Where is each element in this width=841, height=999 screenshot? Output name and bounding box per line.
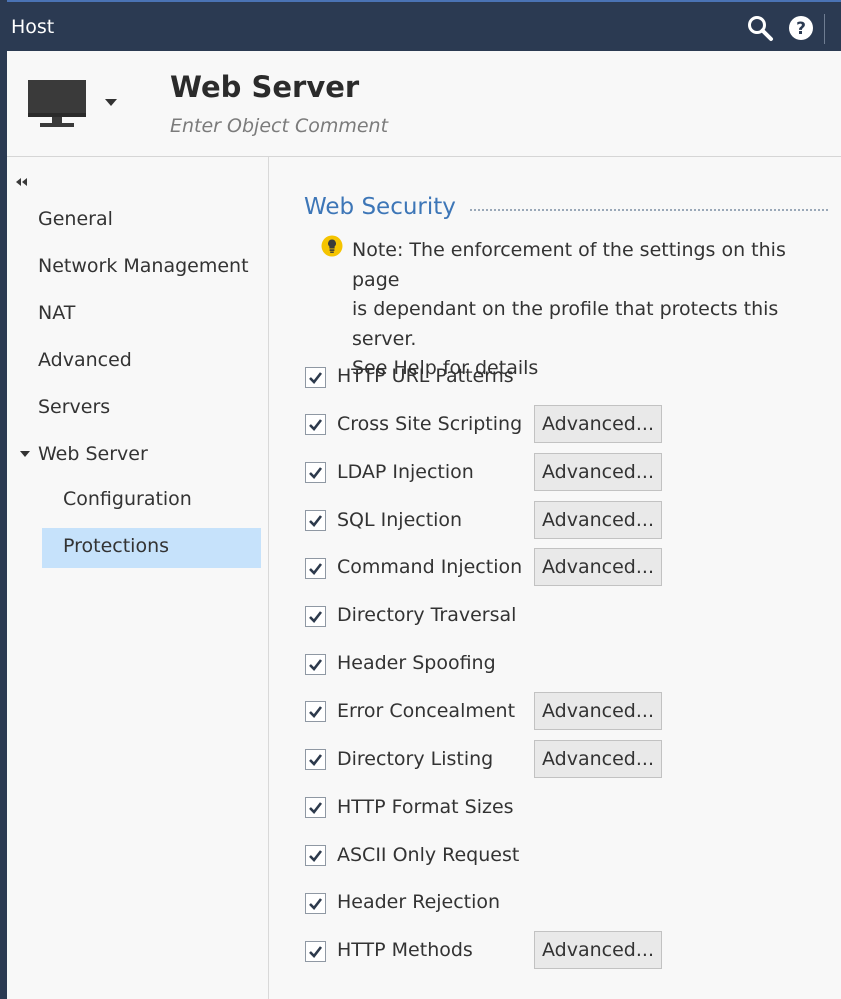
protection-label[interactable]: HTTP Methods [337,939,473,961]
protection-checkbox[interactable] [305,749,326,771]
protection-label[interactable]: HTTP Format Sizes [337,796,514,818]
object-menu-caret-icon[interactable] [105,99,117,107]
sidebar-item-network-management[interactable]: Network Management [38,255,249,277]
checkmark-icon [309,945,323,958]
advanced-button[interactable]: Advanced... [534,691,662,730]
object-header: Web Server Enter Object Comment [7,51,841,157]
protection-checkbox[interactable] [305,414,326,436]
checkmark-icon [309,610,323,623]
checkmark-icon [309,898,323,910]
window-title: Host [11,16,55,38]
sidebar-item-protections[interactable]: Protections [42,528,261,568]
protection-label[interactable]: Header Rejection [337,891,500,913]
protection-checkbox[interactable] [305,605,326,627]
monitor-icon[interactable] [26,78,90,130]
checkmark-icon [309,850,323,862]
sidebar-item-web-server[interactable]: Web Server [38,443,148,465]
object-comment-field[interactable]: Enter Object Comment [170,115,388,137]
expand-caret-icon[interactable] [20,451,30,458]
protection-label[interactable]: Header Spoofing [337,652,496,674]
advanced-button[interactable]: Advanced... [534,500,662,539]
protection-label[interactable]: LDAP Injection [337,461,474,483]
advanced-button[interactable]: Advanced... [534,404,662,443]
checkmark-icon [309,802,323,815]
protection-checkbox[interactable] [305,462,326,484]
checkmark-icon [309,419,323,432]
toolbar-separator [824,14,825,44]
sidebar-item-nat[interactable]: NAT [38,302,75,324]
protection-checkbox[interactable] [305,797,326,819]
sidebar-nav [7,157,269,999]
protection-label[interactable]: Directory Listing [337,748,493,770]
protection-checkbox[interactable] [305,510,326,532]
search-icon[interactable] [746,14,774,42]
collapse-sidebar-icon[interactable] [15,175,31,189]
protection-checkbox[interactable] [305,940,326,962]
protection-label[interactable]: HTTP URL Patterns [337,365,514,387]
checkmark-icon [309,658,323,671]
lightbulb-icon [321,235,343,257]
checkmark-icon [309,563,323,575]
protection-checkbox[interactable] [305,892,326,914]
advanced-button[interactable]: Advanced... [534,548,662,587]
checkmark-icon [309,754,323,767]
protection-label[interactable]: Cross Site Scripting [337,413,522,435]
protection-checkbox[interactable] [305,701,326,723]
note-line: Note: The enforcement of the settings on… [352,239,786,291]
protection-checkbox[interactable] [305,366,326,388]
checkmark-icon [309,371,323,384]
checkmark-icon [309,467,323,480]
protection-label[interactable]: SQL Injection [337,509,462,531]
advanced-button[interactable]: Advanced... [534,931,662,970]
object-name[interactable]: Web Server [170,70,359,104]
advanced-button[interactable]: Advanced... [534,739,662,778]
svg-text:?: ? [796,19,806,39]
sidebar-item-configuration[interactable]: Configuration [63,488,192,510]
protection-label[interactable]: Command Injection [337,556,522,578]
sidebar-item-advanced[interactable]: Advanced [38,349,132,371]
sidebar-item-general[interactable]: General [38,208,113,230]
window-left-edge [0,0,7,999]
protection-checkbox[interactable] [305,557,326,579]
title-bar: Host ? [0,0,841,51]
note-text: Note: The enforcement of the settings on… [352,236,832,384]
protection-label[interactable]: Error Concealment [337,700,515,722]
help-icon[interactable]: ? [788,15,814,41]
checkmark-icon [309,706,323,719]
sidebar-item-servers[interactable]: Servers [38,396,110,418]
protection-label[interactable]: ASCII Only Request [337,844,519,866]
advanced-button[interactable]: Advanced... [534,452,662,491]
section-title: Web Security [304,194,456,220]
protection-checkbox[interactable] [305,845,326,866]
section-divider [470,209,828,211]
protection-label[interactable]: Directory Traversal [337,604,516,626]
note-line: is dependant on the profile that protect… [352,298,779,350]
checkmark-icon [309,515,323,528]
protection-checkbox[interactable] [305,653,326,675]
